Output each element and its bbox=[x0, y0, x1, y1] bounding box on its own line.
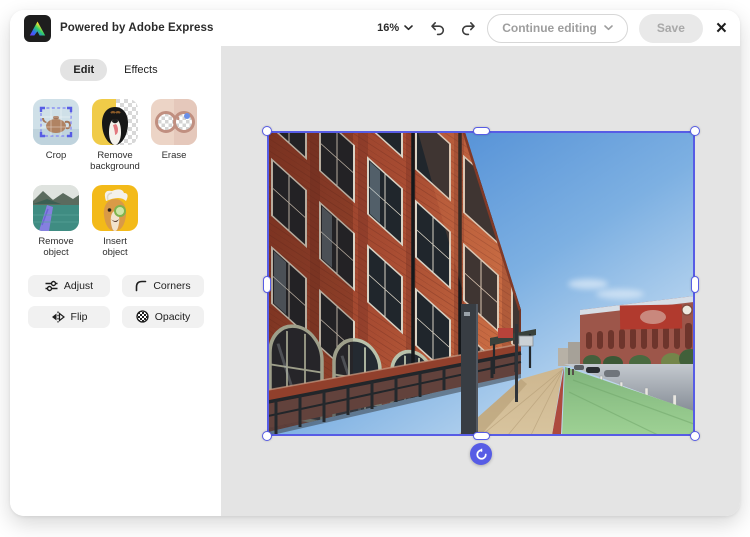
adobe-express-logo bbox=[24, 15, 51, 42]
tool-erase[interactable]: Erase bbox=[150, 99, 198, 173]
panel-tabs: Edit Effects bbox=[10, 59, 221, 81]
selection-handle-bottom[interactable] bbox=[473, 432, 490, 440]
zoom-level-value: 16% bbox=[377, 22, 399, 34]
selection-handle-right[interactable] bbox=[691, 276, 699, 293]
flip-horizontal-icon bbox=[51, 311, 65, 323]
opacity-checker-icon bbox=[136, 310, 149, 323]
continue-editing-label: Continue editing bbox=[502, 21, 597, 35]
selection-handle-left[interactable] bbox=[263, 276, 271, 293]
tool-label: Remove object bbox=[32, 236, 80, 259]
corners-button[interactable]: Corners bbox=[122, 275, 204, 297]
canvas-area[interactable] bbox=[221, 46, 740, 516]
flip-label: Flip bbox=[71, 311, 88, 323]
tool-remove-background[interactable]: Remove background bbox=[91, 99, 139, 173]
flip-button[interactable]: Flip bbox=[28, 306, 110, 328]
chevron-down-icon bbox=[404, 25, 413, 31]
adjust-label: Adjust bbox=[64, 280, 93, 292]
opacity-label: Opacity bbox=[155, 311, 191, 323]
lake-canoe-thumbnail bbox=[33, 185, 79, 231]
adobe-express-editor-window: Powered by Adobe Express 16% bbox=[10, 10, 740, 516]
corners-label: Corners bbox=[153, 280, 190, 292]
opacity-button[interactable]: Opacity bbox=[122, 306, 204, 328]
close-button[interactable]: × bbox=[716, 19, 727, 38]
tab-effects[interactable]: Effects bbox=[111, 59, 170, 81]
app-title: Powered by Adobe Express bbox=[60, 22, 213, 34]
editor-body: Edit Effects Crop bbox=[10, 46, 740, 516]
header-actions: 16% Continue ed bbox=[372, 14, 727, 43]
zoom-control[interactable]: 16% bbox=[372, 19, 418, 37]
sidebar-panel: Edit Effects Crop bbox=[10, 46, 221, 516]
sliders-icon bbox=[45, 280, 58, 292]
tool-label: Remove background bbox=[90, 150, 140, 173]
selected-image[interactable] bbox=[268, 132, 694, 435]
dog-cucumber-thumbnail bbox=[92, 185, 138, 231]
action-buttons: Adjust Corners Flip bbox=[28, 275, 221, 328]
rotate-handle[interactable] bbox=[470, 443, 492, 465]
street-photo bbox=[268, 132, 694, 435]
tool-grid: Crop bbox=[32, 99, 221, 259]
redo-icon bbox=[460, 20, 477, 37]
rotate-icon bbox=[475, 448, 488, 461]
save-button[interactable]: Save bbox=[639, 14, 703, 43]
adjust-button[interactable]: Adjust bbox=[28, 275, 110, 297]
tool-label: Erase bbox=[162, 150, 187, 161]
selection-handle-top[interactable] bbox=[473, 127, 490, 135]
tab-edit[interactable]: Edit bbox=[60, 59, 107, 81]
undo-button[interactable] bbox=[425, 16, 449, 40]
undo-icon bbox=[429, 20, 446, 37]
selection-handle-bottom-right[interactable] bbox=[690, 431, 700, 441]
selection-handle-bottom-left[interactable] bbox=[262, 431, 272, 441]
tool-label: Insert object bbox=[91, 236, 139, 259]
crop-teapot-thumbnail bbox=[33, 99, 79, 145]
chevron-down-icon bbox=[604, 25, 613, 31]
corner-radius-icon bbox=[135, 280, 147, 292]
selection-handle-top-right[interactable] bbox=[690, 126, 700, 136]
adobe-express-logo-icon bbox=[29, 21, 46, 36]
dog-checkerboard-thumbnail bbox=[92, 99, 138, 145]
glasses-checkerboard-thumbnail bbox=[151, 99, 197, 145]
tool-insert-object[interactable]: Insert object bbox=[91, 185, 139, 259]
selection-handle-top-left[interactable] bbox=[262, 126, 272, 136]
header-bar: Powered by Adobe Express 16% bbox=[10, 10, 740, 46]
redo-button[interactable] bbox=[456, 16, 480, 40]
tool-crop[interactable]: Crop bbox=[32, 99, 80, 173]
tool-label: Crop bbox=[46, 150, 67, 161]
tool-remove-object[interactable]: Remove object bbox=[32, 185, 80, 259]
continue-editing-button[interactable]: Continue editing bbox=[487, 14, 628, 43]
